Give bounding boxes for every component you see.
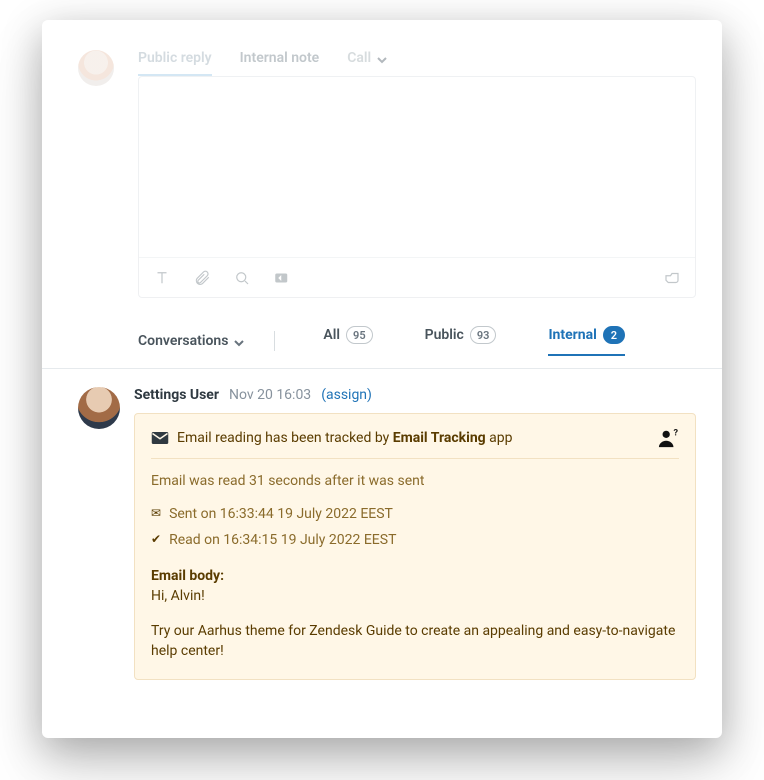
- compose-toolbar: [139, 257, 695, 297]
- compose-box: [138, 76, 696, 298]
- text-format-icon[interactable]: [153, 269, 171, 287]
- envelope-icon: ✉: [151, 505, 161, 522]
- svg-text:?: ?: [673, 428, 678, 438]
- chevron-down-icon: [377, 53, 387, 63]
- tab-call[interactable]: Call: [347, 50, 387, 76]
- tracked-app-name: Email Tracking: [393, 430, 486, 446]
- current-user-avatar: [78, 50, 114, 86]
- attachment-icon[interactable]: [193, 269, 211, 287]
- tracked-suffix: app: [486, 430, 513, 446]
- chevron-down-icon: [234, 336, 244, 346]
- filter-all-label: All: [323, 327, 340, 343]
- mail-icon: [151, 431, 169, 445]
- check-icon: ✔: [151, 531, 161, 548]
- unknown-user-icon: ?: [657, 428, 679, 448]
- filter-tab-internal[interactable]: Internal 2: [548, 326, 624, 356]
- event-author-name: Settings User: [134, 387, 219, 403]
- email-body-greeting: Hi, Alvin!: [151, 586, 679, 606]
- filter-tab-public[interactable]: Public 93: [425, 326, 497, 356]
- tab-public-reply[interactable]: Public reply: [138, 50, 212, 76]
- read-line-text: Read on 16:34:15 19 July 2022 EEST: [169, 530, 396, 550]
- filter-public-count: 93: [470, 326, 497, 344]
- event-timestamp: Nov 20 16:03: [229, 387, 311, 403]
- ticket-panel: Public reply Internal note Call: [42, 20, 722, 738]
- divider: [274, 331, 275, 351]
- email-body-content: Try our Aarhus theme for Zendesk Guide t…: [151, 621, 679, 662]
- tab-internal-note[interactable]: Internal note: [240, 50, 320, 76]
- conversations-label: Conversations: [138, 333, 228, 349]
- tab-call-label: Call: [347, 50, 371, 66]
- conversations-dropdown[interactable]: Conversations: [138, 333, 244, 349]
- event-header: Settings User Nov 20 16:03 (assign): [134, 387, 696, 403]
- compose-textarea[interactable]: [139, 77, 695, 257]
- internal-note: Email reading has been tracked by Email …: [134, 413, 696, 680]
- event-row: Settings User Nov 20 16:03 (assign) Emai…: [42, 369, 722, 680]
- read-line: ✔ Read on 16:34:15 19 July 2022 EEST: [151, 530, 679, 550]
- conversation-filters: Conversations All 95 Public 93 Internal …: [42, 326, 722, 369]
- macro-icon[interactable]: [273, 269, 291, 287]
- filter-public-label: Public: [425, 327, 464, 343]
- filter-all-count: 95: [346, 326, 373, 344]
- sent-line-text: Sent on 16:33:44 19 July 2022 EEST: [169, 504, 393, 524]
- email-body-label: Email body:: [151, 566, 679, 586]
- filter-internal-count: 2: [603, 326, 625, 344]
- app-launcher-icon[interactable]: [663, 269, 681, 287]
- compose-row: Public reply Internal note Call: [42, 20, 722, 298]
- sent-line: ✉ Sent on 16:33:44 19 July 2022 EEST: [151, 504, 679, 524]
- search-icon[interactable]: [233, 269, 251, 287]
- tracked-text: Email reading has been tracked by Email …: [177, 428, 512, 448]
- assign-link[interactable]: (assign): [321, 387, 372, 403]
- compose-tabs: Public reply Internal note Call: [138, 50, 696, 76]
- filter-tab-all[interactable]: All 95: [323, 326, 372, 356]
- tracked-prefix: Email reading has been tracked by: [177, 430, 393, 446]
- read-delay-text: Email was read 31 seconds after it was s…: [151, 471, 679, 491]
- filter-internal-label: Internal: [548, 327, 596, 343]
- event-author-avatar: [78, 387, 120, 429]
